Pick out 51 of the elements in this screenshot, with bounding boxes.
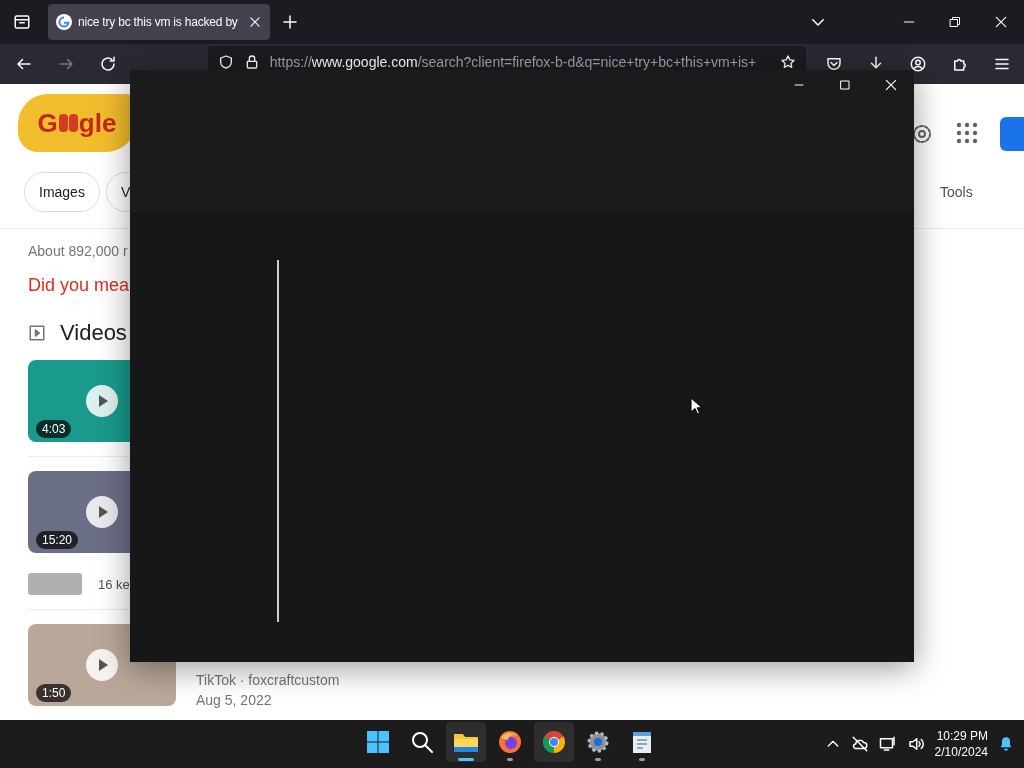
maximize-icon bbox=[839, 79, 851, 91]
photo-placeholder bbox=[28, 573, 82, 595]
did-you-mean-text[interactable]: Did you mea bbox=[28, 275, 130, 296]
play-box-icon bbox=[28, 324, 46, 342]
star-icon bbox=[780, 54, 797, 70]
taskbar-app[interactable] bbox=[446, 722, 486, 762]
speaker-icon[interactable] bbox=[906, 735, 925, 753]
tools-button[interactable]: Tools bbox=[940, 184, 973, 200]
notepad-icon bbox=[631, 730, 653, 754]
plus-icon bbox=[281, 13, 299, 31]
lantern-icon bbox=[58, 114, 68, 132]
tray-icon bbox=[13, 13, 31, 31]
filter-chip[interactable]: Images bbox=[24, 172, 100, 212]
taskbar-clock[interactable]: 10:29 PM 2/10/2024 bbox=[934, 728, 988, 760]
restore-icon bbox=[949, 16, 961, 28]
shield-icon bbox=[217, 54, 234, 70]
play-icon bbox=[86, 385, 118, 417]
videos-heading: Videos bbox=[60, 320, 127, 346]
close-icon bbox=[994, 15, 1008, 29]
play-icon bbox=[86, 496, 118, 528]
close-icon bbox=[884, 78, 898, 92]
account-icon bbox=[909, 55, 928, 73]
reload-icon bbox=[98, 55, 117, 73]
bell-icon[interactable] bbox=[998, 736, 1014, 752]
video-date: Aug 5, 2022 bbox=[196, 692, 273, 708]
key-moments-text: 16 ke bbox=[98, 576, 130, 592]
cloud-off-icon[interactable] bbox=[850, 735, 869, 753]
monitor-network-icon[interactable] bbox=[878, 735, 897, 753]
browser-tab[interactable]: nice try bc this vm is hacked by bbox=[48, 4, 270, 40]
pocket-icon bbox=[825, 55, 844, 73]
gear-icon bbox=[586, 730, 610, 754]
lantern-icon bbox=[68, 114, 78, 132]
taskbar-app[interactable] bbox=[534, 722, 574, 762]
close-icon[interactable] bbox=[248, 15, 262, 29]
play-icon bbox=[86, 649, 118, 681]
google-g-icon bbox=[56, 14, 72, 30]
tab-title: nice try bc this vm is hacked by bbox=[78, 15, 239, 29]
video-duration: 1:50 bbox=[36, 684, 72, 702]
result-stats: About 892,000 r bbox=[28, 243, 129, 259]
search-icon bbox=[410, 730, 434, 754]
fox-globe-icon bbox=[498, 730, 522, 754]
url-text: https://www.google.com/search?client=firefox-b-d&q=nice+try+bc+this+vm+is+ bbox=[269, 54, 758, 70]
chrome-logo-icon bbox=[542, 730, 566, 754]
windows-logo-icon bbox=[366, 730, 390, 754]
video-duration: 15:20 bbox=[36, 531, 79, 549]
video-duration: 4:03 bbox=[36, 420, 72, 438]
video-source: TikTok · foxcraftcustom bbox=[196, 672, 340, 688]
apps-grid-icon[interactable] bbox=[956, 122, 978, 144]
doodle-letter: G bbox=[37, 107, 58, 139]
doodle-letters: gle bbox=[78, 107, 117, 139]
mouse-cursor-icon bbox=[690, 397, 702, 415]
